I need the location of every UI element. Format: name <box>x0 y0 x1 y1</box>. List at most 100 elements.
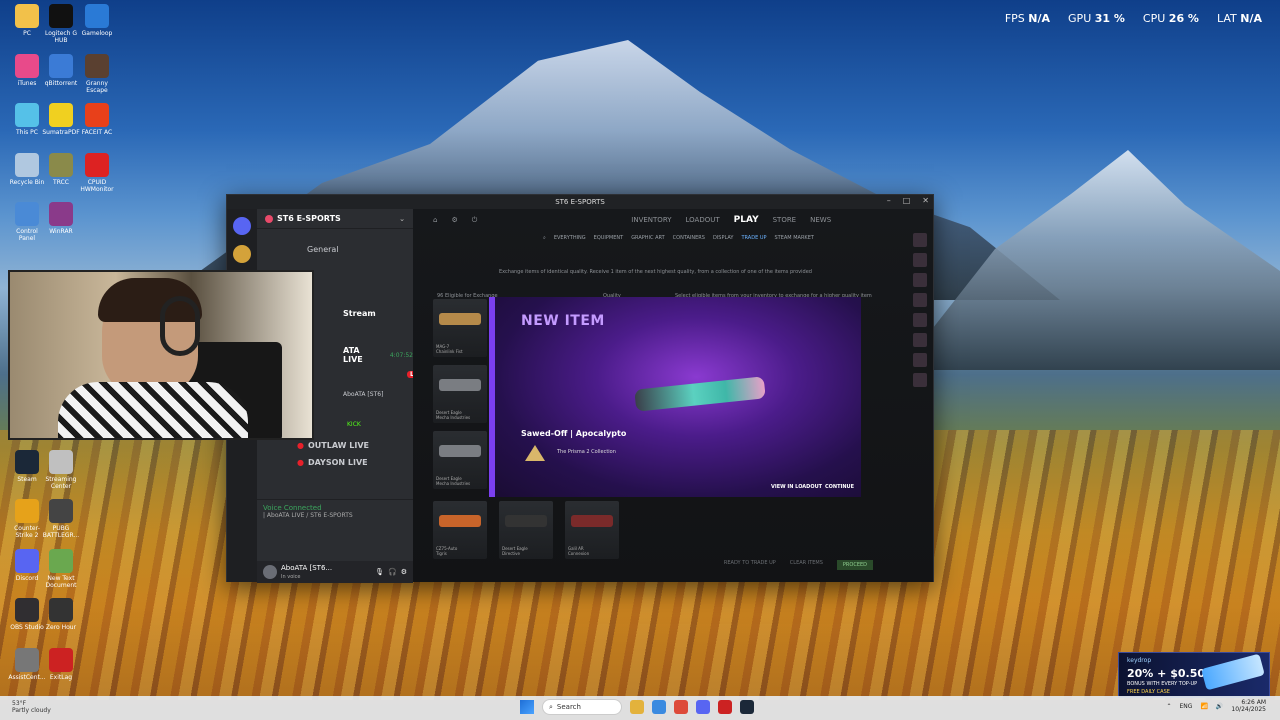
desktop-shortcut[interactable]: Streaming Center <box>42 449 80 490</box>
user-panel: AboATA [ST6... In voice 🎙 🎧 ⚙ <box>257 561 413 583</box>
keydrop-ad[interactable]: keydrop 20% + $0.50 BONUS WITH EVERY TOP… <box>1118 652 1270 698</box>
subtab-active[interactable]: TRADE UP <box>741 235 766 241</box>
channel-dayson-live[interactable]: ● DAYSON LIVE <box>297 458 368 467</box>
desktop-shortcut[interactable]: OBS Studio <box>8 598 46 631</box>
chevron-down-icon[interactable]: ⌄ <box>399 215 405 223</box>
tab-loadout[interactable]: LOADOUT <box>686 216 720 224</box>
desktop-shortcut[interactable]: FACEIT AC <box>78 103 116 136</box>
subtab[interactable]: CONTAINERS <box>673 235 705 241</box>
server-icon[interactable] <box>233 245 251 263</box>
chevron-up-icon[interactable]: ⌃ <box>1166 703 1171 710</box>
desktop-shortcut[interactable]: TRCC <box>42 152 80 186</box>
gear-icon[interactable]: ⚙ <box>401 568 407 576</box>
edge-browser-icon[interactable] <box>652 700 666 714</box>
desktop-shortcut[interactable]: AssistCent... <box>8 647 46 681</box>
desktop-shortcut[interactable]: Granny Escape <box>78 53 116 94</box>
desktop-shortcut[interactable]: Counter-Strike 2 <box>8 499 46 539</box>
inventory-item[interactable]: Galil AR Connexion <box>565 501 619 559</box>
inventory-item[interactable]: Desert Eagle Mecha Industries <box>433 365 487 423</box>
desktop-shortcut[interactable]: Recycle Bin <box>8 152 46 186</box>
wifi-icon[interactable]: 📶 <box>1200 703 1207 710</box>
friend-avatar[interactable] <box>913 333 927 347</box>
app-icon[interactable] <box>718 700 732 714</box>
desktop-shortcut[interactable]: SumatraPDF <box>42 103 80 136</box>
headphones-icon[interactable]: 🎧 <box>388 568 397 576</box>
ready-checkbox[interactable]: READY TO TRADE UP <box>724 560 776 570</box>
server-header[interactable]: ST6 E-SPORTS ⌄ <box>257 209 413 229</box>
shortcut-label: qBittorrent <box>44 79 78 87</box>
channel-outlaw-live[interactable]: ● OUTLAW LIVE <box>297 441 369 450</box>
power-icon[interactable]: ⏻ <box>472 216 478 225</box>
weapon-icon <box>439 313 481 325</box>
search-icon[interactable]: ⌕ <box>543 235 546 241</box>
desktop-shortcut[interactable]: This PC <box>8 103 46 136</box>
system-tray: ⌃ ENG 📶 🔊 6:26 AM 10/24/2025 <box>1166 699 1266 713</box>
category-label[interactable]: General <box>307 245 339 254</box>
view-in-loadout-button[interactable]: VIEW IN LOADOUT <box>771 484 822 490</box>
weather-widget[interactable]: 53°F Partly cloudy <box>12 700 51 714</box>
desktop-shortcut[interactable]: Gameloop <box>78 4 116 37</box>
inventory-subtabs: ⌕ EVERYTHING EQUIPMENT GRAPHIC ART CONTA… <box>413 231 933 245</box>
friend-avatar[interactable] <box>913 233 927 247</box>
desktop-shortcut[interactable]: New Text Document <box>42 548 80 589</box>
file-explorer-icon[interactable] <box>630 700 644 714</box>
desktop-shortcut[interactable]: qBittorrent <box>42 53 80 87</box>
inventory-item[interactable]: Desert Eagle Mecha Industries <box>433 431 487 489</box>
desktop-shortcut[interactable]: ExitLag <box>42 647 80 681</box>
subtab[interactable]: STEAM MARKET <box>775 235 814 241</box>
desktop-shortcut[interactable]: Control Panel <box>8 202 46 242</box>
subtab[interactable]: GRAPHIC ART <box>631 235 664 241</box>
voice-member[interactable]: AboATA [ST6] <box>343 391 383 398</box>
volume-icon[interactable]: 🔊 <box>1216 703 1223 710</box>
app-icon <box>49 152 73 177</box>
avatar[interactable] <box>263 565 277 579</box>
clock[interactable]: 6:26 AM 10/24/2025 <box>1231 699 1266 713</box>
inventory-item[interactable]: MAG-7 Chainlink Fist <box>433 299 487 357</box>
language-indicator[interactable]: ENG <box>1180 703 1193 710</box>
discord-icon[interactable] <box>696 700 710 714</box>
desktop-shortcut[interactable]: PC <box>8 4 46 37</box>
desktop-shortcut[interactable]: PUBG BATTLEGR... <box>42 499 80 539</box>
tab-play[interactable]: PLAY <box>734 215 759 225</box>
windows-start-icon[interactable] <box>520 700 534 714</box>
tab-store[interactable]: STORE <box>773 216 797 224</box>
maximize-icon[interactable]: □ <box>903 196 911 205</box>
chrome-icon[interactable] <box>674 700 688 714</box>
desktop-shortcut[interactable]: CPUID HWMonitor <box>78 152 116 193</box>
desktop-shortcut[interactable]: WinRAR <box>42 202 80 235</box>
clear-items-button[interactable]: CLEAR ITEMS <box>790 560 823 570</box>
subtab[interactable]: DISPLAY <box>713 235 734 241</box>
inventory-item[interactable]: CZ75-Auto Tigris <box>433 501 487 559</box>
search-box[interactable]: ⌕ Search <box>542 699 622 715</box>
subtab[interactable]: EVERYTHING <box>554 235 586 241</box>
friend-avatar[interactable] <box>913 253 927 267</box>
collection-name: The Prisma 2 Collection <box>557 449 616 455</box>
gear-icon[interactable]: ⚙ <box>451 216 457 224</box>
microphone-icon[interactable]: 🎙 <box>375 568 384 576</box>
voice-channel-name[interactable]: | AboATA LIVE / ST6 E-SPORTS <box>263 512 407 519</box>
friend-avatar[interactable] <box>913 273 927 287</box>
desktop-shortcut[interactable]: Steam <box>8 449 46 483</box>
friend-avatar[interactable] <box>913 313 927 327</box>
close-icon[interactable]: ✕ <box>922 196 929 205</box>
desktop-shortcut[interactable]: Logitech G HUB <box>42 4 80 44</box>
desktop-shortcut[interactable]: iTunes <box>8 53 46 87</box>
minimize-icon[interactable]: – <box>887 196 891 205</box>
shortcut-label: FACEIT AC <box>81 129 113 136</box>
continue-button[interactable]: CONTINUE <box>825 484 854 490</box>
tab-inventory[interactable]: INVENTORY <box>631 216 671 224</box>
tab-news[interactable]: NEWS <box>810 216 831 224</box>
desktop-shortcut[interactable]: Discord <box>8 548 46 582</box>
window-titlebar[interactable]: ST6 E-SPORTS – □ ✕ <box>227 195 933 209</box>
proceed-button[interactable]: PROCEED <box>836 560 873 570</box>
friend-avatar[interactable] <box>913 353 927 367</box>
home-icon[interactable]: ⌂ <box>433 216 437 224</box>
friend-avatar[interactable] <box>913 293 927 307</box>
steam-icon[interactable] <box>740 700 754 714</box>
desktop-shortcut[interactable]: Zero Hour <box>42 598 80 631</box>
subtab[interactable]: EQUIPMENT <box>594 235 624 241</box>
channel-ata-live[interactable]: ATA LIVE 4:07:52 <box>343 346 413 364</box>
inventory-item[interactable]: Desert Eagle Directive <box>499 501 553 559</box>
discord-home-icon[interactable] <box>233 217 251 235</box>
friend-avatar[interactable] <box>913 373 927 387</box>
